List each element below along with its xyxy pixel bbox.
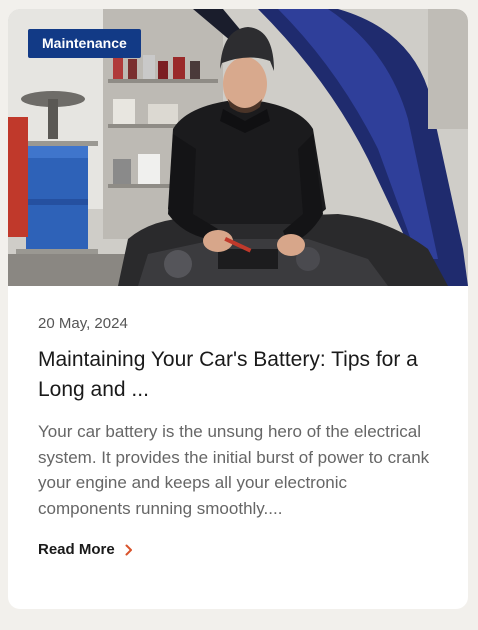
read-more-label: Read More xyxy=(38,541,115,558)
read-more-link[interactable]: Read More xyxy=(38,541,134,558)
category-badge[interactable]: Maintenance xyxy=(28,29,141,58)
post-title[interactable]: Maintaining Your Car's Battery: Tips for… xyxy=(38,345,443,405)
post-image[interactable]: Maintenance xyxy=(8,9,468,286)
post-excerpt: Your car battery is the unsung hero of t… xyxy=(38,422,430,518)
chevron-right-icon xyxy=(125,544,132,555)
post-date: 20 May, 2024 xyxy=(38,315,128,332)
blog-post-card: Maintenance 20 May, 2024 Maintaining You… xyxy=(8,9,468,609)
post-content: 20 May, 2024 Maintaining Your Car's Batt… xyxy=(38,314,443,559)
